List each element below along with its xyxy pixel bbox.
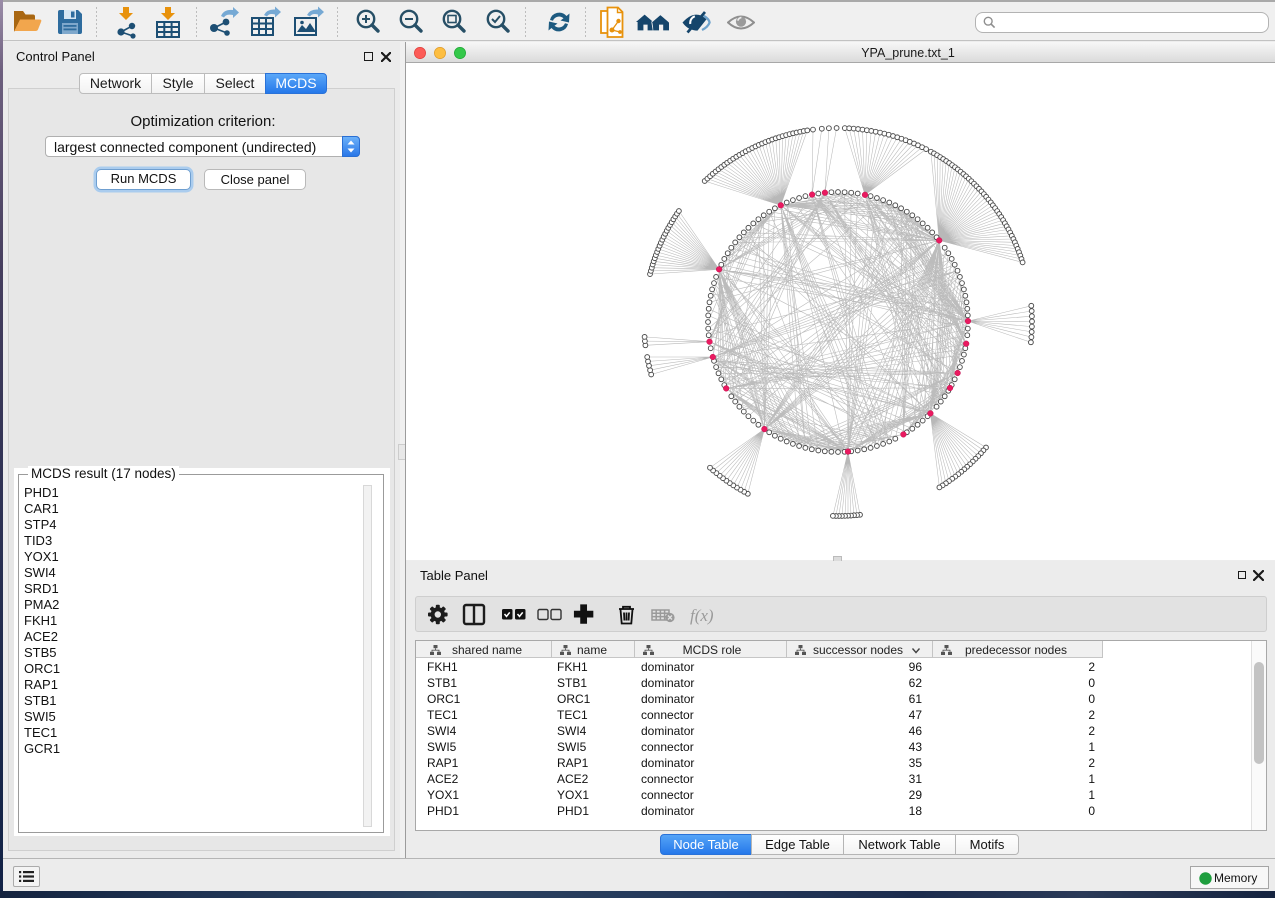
svg-text:f(x): f(x): [690, 606, 714, 625]
